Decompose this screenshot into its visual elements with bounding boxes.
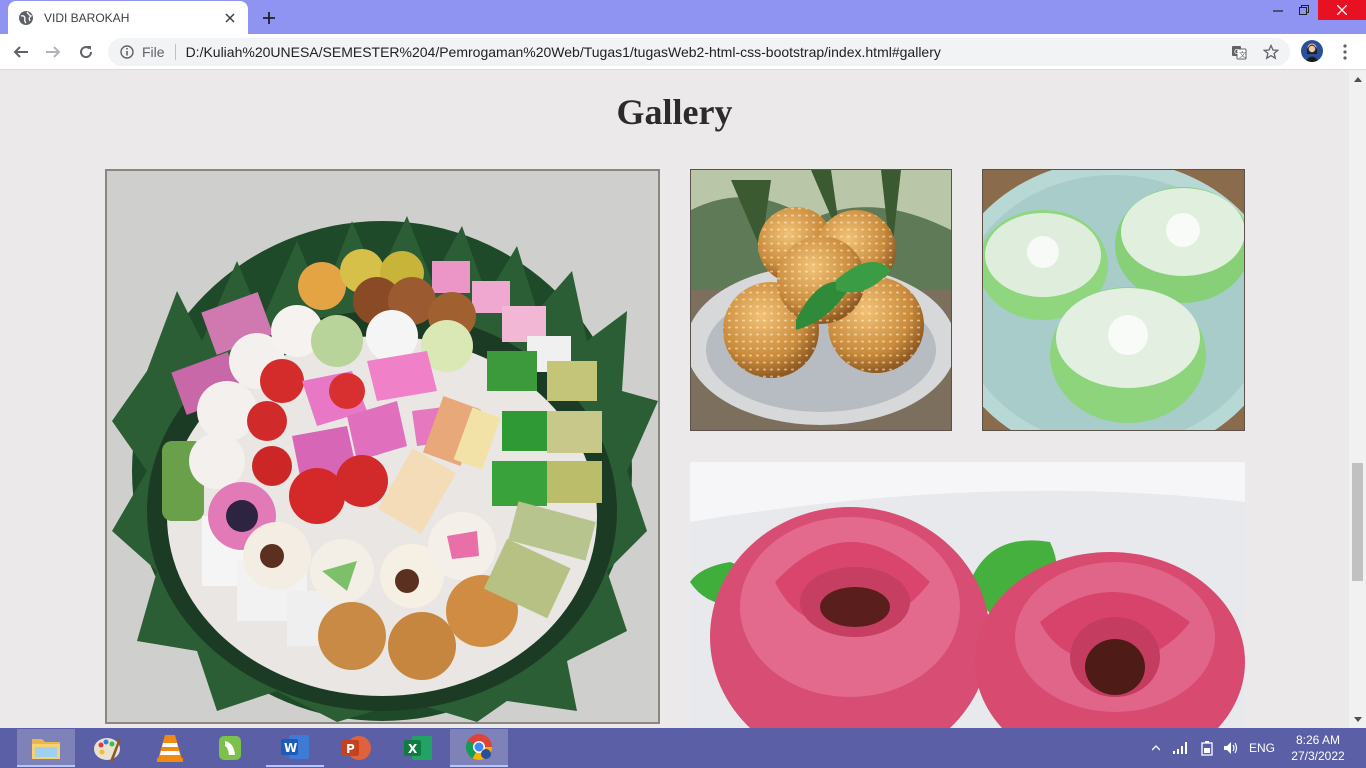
- browser-toolbar: File D:/Kuliah%20UNESA/SEMESTER%204/Pemr…: [0, 34, 1366, 70]
- plus-icon: [263, 12, 275, 24]
- gallery-heading: Gallery: [616, 92, 733, 132]
- close-icon: [1337, 5, 1347, 15]
- back-button[interactable]: [9, 40, 33, 64]
- scroll-up-button[interactable]: [1349, 70, 1366, 87]
- language-label: ENG: [1248, 741, 1275, 755]
- svg-text:X: X: [408, 742, 418, 756]
- address-divider: [174, 44, 176, 60]
- browser-menu-button[interactable]: [1333, 40, 1357, 64]
- tab-title: VIDI BAROKAH: [44, 10, 130, 25]
- battery-icon[interactable]: [1196, 728, 1218, 768]
- clock-date: 27/3/2022: [1291, 749, 1345, 763]
- putu-ayu-photo: [982, 169, 1245, 431]
- scroll-down-button[interactable]: [1349, 711, 1366, 728]
- info-icon[interactable]: [120, 45, 134, 59]
- svg-text:P: P: [346, 742, 355, 756]
- input-language-indicator[interactable]: ENG: [1246, 728, 1278, 768]
- minimize-button[interactable]: [1264, 0, 1292, 20]
- powerpoint-icon[interactable]: P: [327, 729, 385, 767]
- svg-text:W: W: [284, 741, 297, 755]
- back-arrow-icon: [13, 46, 28, 58]
- word-icon[interactable]: W: [266, 729, 324, 767]
- restore-icon: [1299, 5, 1309, 15]
- kebab-menu-icon: [1343, 44, 1347, 60]
- network-signal-icon[interactable]: [1170, 728, 1192, 768]
- globe-icon: [18, 10, 34, 26]
- scrollbar-thumb[interactable]: [1352, 463, 1363, 581]
- page-viewport: Gallery: [0, 70, 1349, 728]
- browser-tab[interactable]: VIDI BAROKAH: [8, 1, 248, 34]
- new-tab-button[interactable]: [258, 7, 280, 29]
- svg-text:文: 文: [1239, 50, 1246, 59]
- camtasia-icon[interactable]: [201, 729, 259, 767]
- excel-icon[interactable]: X: [389, 729, 447, 767]
- windows-taskbar: W P X ENG 8:26 AM 27/3/2022: [0, 728, 1366, 768]
- tab-strip: VIDI BAROKAH: [0, 0, 1366, 34]
- tab-close-icon[interactable]: [222, 10, 238, 26]
- volume-icon[interactable]: [1220, 728, 1242, 768]
- page-scrollbar[interactable]: [1349, 70, 1366, 728]
- file-explorer-icon[interactable]: [17, 729, 75, 767]
- address-bar[interactable]: File D:/Kuliah%20UNESA/SEMESTER%204/Pemr…: [108, 38, 1290, 66]
- avatar[interactable]: [1301, 40, 1323, 62]
- restore-button[interactable]: [1290, 0, 1318, 20]
- star-icon[interactable]: [1260, 38, 1282, 66]
- kue-mawar-photo: [690, 462, 1245, 728]
- reload-icon: [80, 46, 93, 59]
- tumpeng-kue-photo: [105, 169, 660, 724]
- chrome-icon[interactable]: [450, 729, 508, 767]
- url-scheme-label: File: [142, 44, 165, 60]
- vlc-icon[interactable]: [141, 729, 199, 767]
- show-hidden-icons-chevron-icon[interactable]: [1148, 728, 1164, 768]
- scroll-down-arrow-icon: [1353, 716, 1362, 722]
- url-text[interactable]: D:/Kuliah%20UNESA/SEMESTER%204/Pemrogama…: [186, 44, 941, 60]
- reload-button[interactable]: [74, 40, 98, 64]
- window-close-button[interactable]: [1318, 0, 1366, 20]
- onde-onde-photo: [690, 169, 952, 431]
- clock-time: 8:26 AM: [1295, 733, 1341, 747]
- minimize-icon: [1273, 10, 1283, 12]
- forward-button[interactable]: [41, 40, 65, 64]
- system-clock[interactable]: 8:26 AM 27/3/2022: [1278, 732, 1358, 764]
- paint-icon[interactable]: [78, 729, 136, 767]
- translate-icon[interactable]: G文: [1228, 38, 1250, 66]
- scroll-up-arrow-icon: [1353, 76, 1362, 82]
- forward-arrow-icon: [46, 46, 61, 58]
